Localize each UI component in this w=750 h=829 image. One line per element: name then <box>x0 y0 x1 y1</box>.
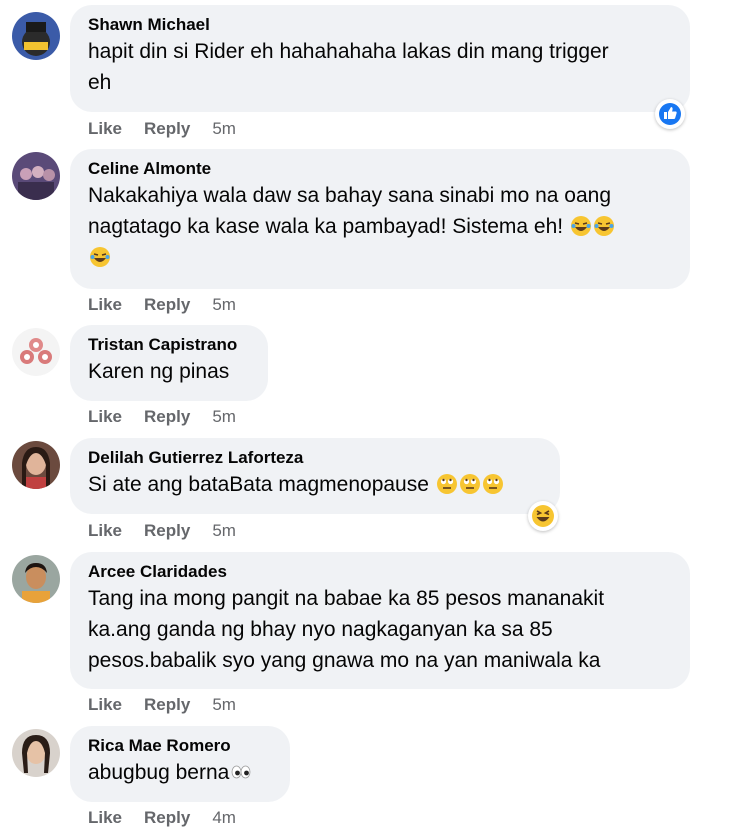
laughing-tears-emoji <box>89 246 111 268</box>
reply-button[interactable]: Reply <box>144 521 190 540</box>
reply-button[interactable]: Reply <box>144 808 190 827</box>
eyes-emoji <box>230 761 252 783</box>
comment-text: Karen ng pinas <box>88 360 230 383</box>
avatar[interactable] <box>12 152 60 200</box>
haha-reaction-icon[interactable] <box>528 501 558 531</box>
reply-button[interactable]: Reply <box>144 407 190 426</box>
comment-bubble: Tristan Capistrano Karen ng pinas <box>70 325 268 401</box>
avatar[interactable] <box>12 328 60 376</box>
comment-timestamp[interactable]: 5m <box>212 521 236 540</box>
like-button[interactable]: Like <box>88 695 122 714</box>
comment-author[interactable]: Shawn Michael <box>88 14 672 36</box>
like-button[interactable]: Like <box>88 295 122 314</box>
like-button[interactable]: Like <box>88 521 122 540</box>
comment-text: nagtatago ka kase wala ka pambayad! Sist… <box>88 211 672 242</box>
avatar[interactable] <box>12 441 60 489</box>
comment-timestamp[interactable]: 5m <box>212 295 236 314</box>
rolling-eyes-emoji <box>436 473 458 495</box>
comment-bubble: Rica Mae Romero abugbug berna <box>70 726 290 802</box>
comment-text: Si ate ang bataBata magmenopause <box>88 469 542 500</box>
comment-actions: Like Reply 5m <box>88 406 236 428</box>
comment-timestamp[interactable]: 5m <box>212 119 236 138</box>
comment-author[interactable]: Rica Mae Romero <box>88 735 272 757</box>
laughing-tears-emoji <box>570 215 592 237</box>
comment-actions: Like Reply 5m <box>88 694 236 716</box>
reply-button[interactable]: Reply <box>144 119 190 138</box>
comment-actions: Like Reply 5m <box>88 520 236 542</box>
avatar[interactable] <box>12 555 60 603</box>
avatar[interactable] <box>12 12 60 60</box>
comment-actions: Like Reply 5m <box>88 294 236 316</box>
rolling-eyes-emoji <box>459 473 481 495</box>
comment-text <box>88 242 672 273</box>
like-button[interactable]: Like <box>88 119 122 138</box>
comment-text: Nakakahiya wala daw sa bahay sana sinabi… <box>88 184 612 207</box>
like-button[interactable]: Like <box>88 808 122 827</box>
comment-text: pesos.babalik syo yang gnawa mo na yan m… <box>88 649 601 672</box>
comment-bubble: Arcee Claridades Tang ina mong pangit na… <box>70 552 690 689</box>
comment-timestamp[interactable]: 4m <box>212 808 236 827</box>
rolling-eyes-emoji <box>482 473 504 495</box>
like-reaction-icon[interactable] <box>655 99 685 129</box>
reply-button[interactable]: Reply <box>144 695 190 714</box>
comment-actions: Like Reply 4m <box>88 807 236 829</box>
comment-text: ka.ang ganda ng bhay nyo nagkaganyan ka … <box>88 618 553 641</box>
comment-text: Tang ina mong pangit na babae ka 85 peso… <box>88 587 605 610</box>
reply-button[interactable]: Reply <box>144 295 190 314</box>
comment-text: abugbug berna <box>88 757 272 788</box>
comment-author[interactable]: Delilah Gutierrez Laforteza <box>88 447 542 469</box>
comment-bubble: Shawn Michael hapit din si Rider eh haha… <box>70 5 690 112</box>
laughing-tears-emoji <box>593 215 615 237</box>
comment-text: eh <box>88 71 112 94</box>
like-button[interactable]: Like <box>88 407 122 426</box>
comment-author[interactable]: Tristan Capistrano <box>88 334 250 356</box>
comment-timestamp[interactable]: 5m <box>212 407 236 426</box>
comment-author[interactable]: Celine Almonte <box>88 158 672 180</box>
comment-text: hapit din si Rider eh hahahahaha lakas d… <box>88 40 609 63</box>
comment-bubble: Delilah Gutierrez Laforteza Si ate ang b… <box>70 438 560 514</box>
avatar[interactable] <box>12 729 60 777</box>
comment-author[interactable]: Arcee Claridades <box>88 561 672 583</box>
comment-actions: Like Reply 5m <box>88 118 236 140</box>
comment-bubble: Celine Almonte Nakakahiya wala daw sa ba… <box>70 149 690 289</box>
comment-timestamp[interactable]: 5m <box>212 695 236 714</box>
